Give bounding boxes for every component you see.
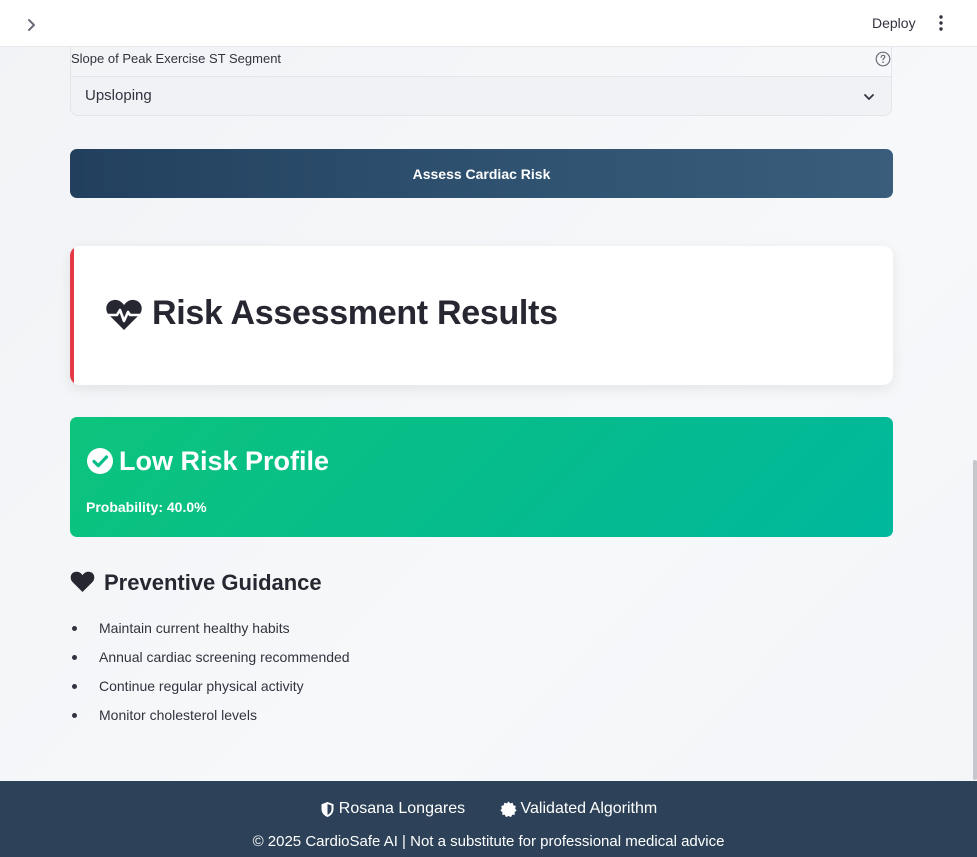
top-header-bar: Deploy — [0, 0, 977, 47]
badge-label: Validated Algorithm — [520, 800, 658, 817]
deploy-button[interactable]: Deploy — [862, 10, 926, 36]
main-menu-kebab-icon[interactable] — [930, 12, 952, 34]
bullet-dot — [72, 684, 77, 689]
list-item-text: Monitor cholesterol levels — [99, 707, 257, 723]
footer-credits: Rosana Longares Validated Algorithm — [0, 800, 977, 823]
guidance-title: Preventive Guidance — [104, 570, 322, 595]
guidance-list: Maintain current healthy habits Annual c… — [70, 618, 350, 734]
heart-icon — [70, 571, 95, 593]
help-question-icon[interactable] — [875, 51, 891, 67]
slope-field-label: Slope of Peak Exercise ST Segment — [71, 51, 282, 66]
footer-author: Rosana Longares — [320, 800, 465, 818]
footer-badge: Validated Algorithm — [499, 800, 658, 818]
bullet-dot — [72, 713, 77, 718]
list-item: Continue regular physical activity — [70, 676, 350, 705]
list-item-text: Maintain current healthy habits — [99, 620, 290, 636]
bullet-dot — [72, 626, 77, 631]
certificate-icon — [499, 801, 517, 817]
sidebar-expand-chevron-icon[interactable] — [22, 15, 42, 35]
list-item: Maintain current healthy habits — [70, 618, 350, 647]
author-name: Rosana Longares — [338, 800, 466, 817]
list-item: Annual cardiac screening recommended — [70, 647, 350, 676]
footer-copyright: © 2025 CardioSafe AI | Not a substitute … — [252, 833, 725, 850]
chevron-down-icon — [861, 89, 877, 105]
slope-select-value: Upsloping — [85, 87, 152, 104]
risk-level-title: Low Risk Profile — [119, 446, 330, 476]
list-item: Monitor cholesterol levels — [70, 705, 350, 734]
footer: Rosana Longares Validated Algorithm © 20… — [0, 781, 977, 857]
list-item-text: Annual cardiac screening recommended — [99, 649, 350, 665]
list-item-text: Continue regular physical activity — [99, 678, 304, 694]
page-scrollbar[interactable] — [973, 460, 977, 780]
risk-probability: Probability: 40.0% — [86, 499, 207, 515]
bullet-dot — [72, 655, 77, 660]
check-circle-icon — [86, 447, 114, 475]
shield-icon — [321, 801, 334, 817]
results-title: Risk Assessment Results — [152, 294, 558, 332]
card-accent-bar — [70, 246, 74, 385]
slope-select[interactable]: Upsloping — [70, 76, 892, 116]
risk-profile-card: Low Risk Profile Probability: 40.0% — [70, 417, 893, 537]
assess-cardiac-risk-button[interactable]: Assess Cardiac Risk — [70, 149, 893, 198]
results-header-card: Risk Assessment Results — [70, 246, 893, 385]
heart-pulse-icon — [105, 298, 143, 332]
